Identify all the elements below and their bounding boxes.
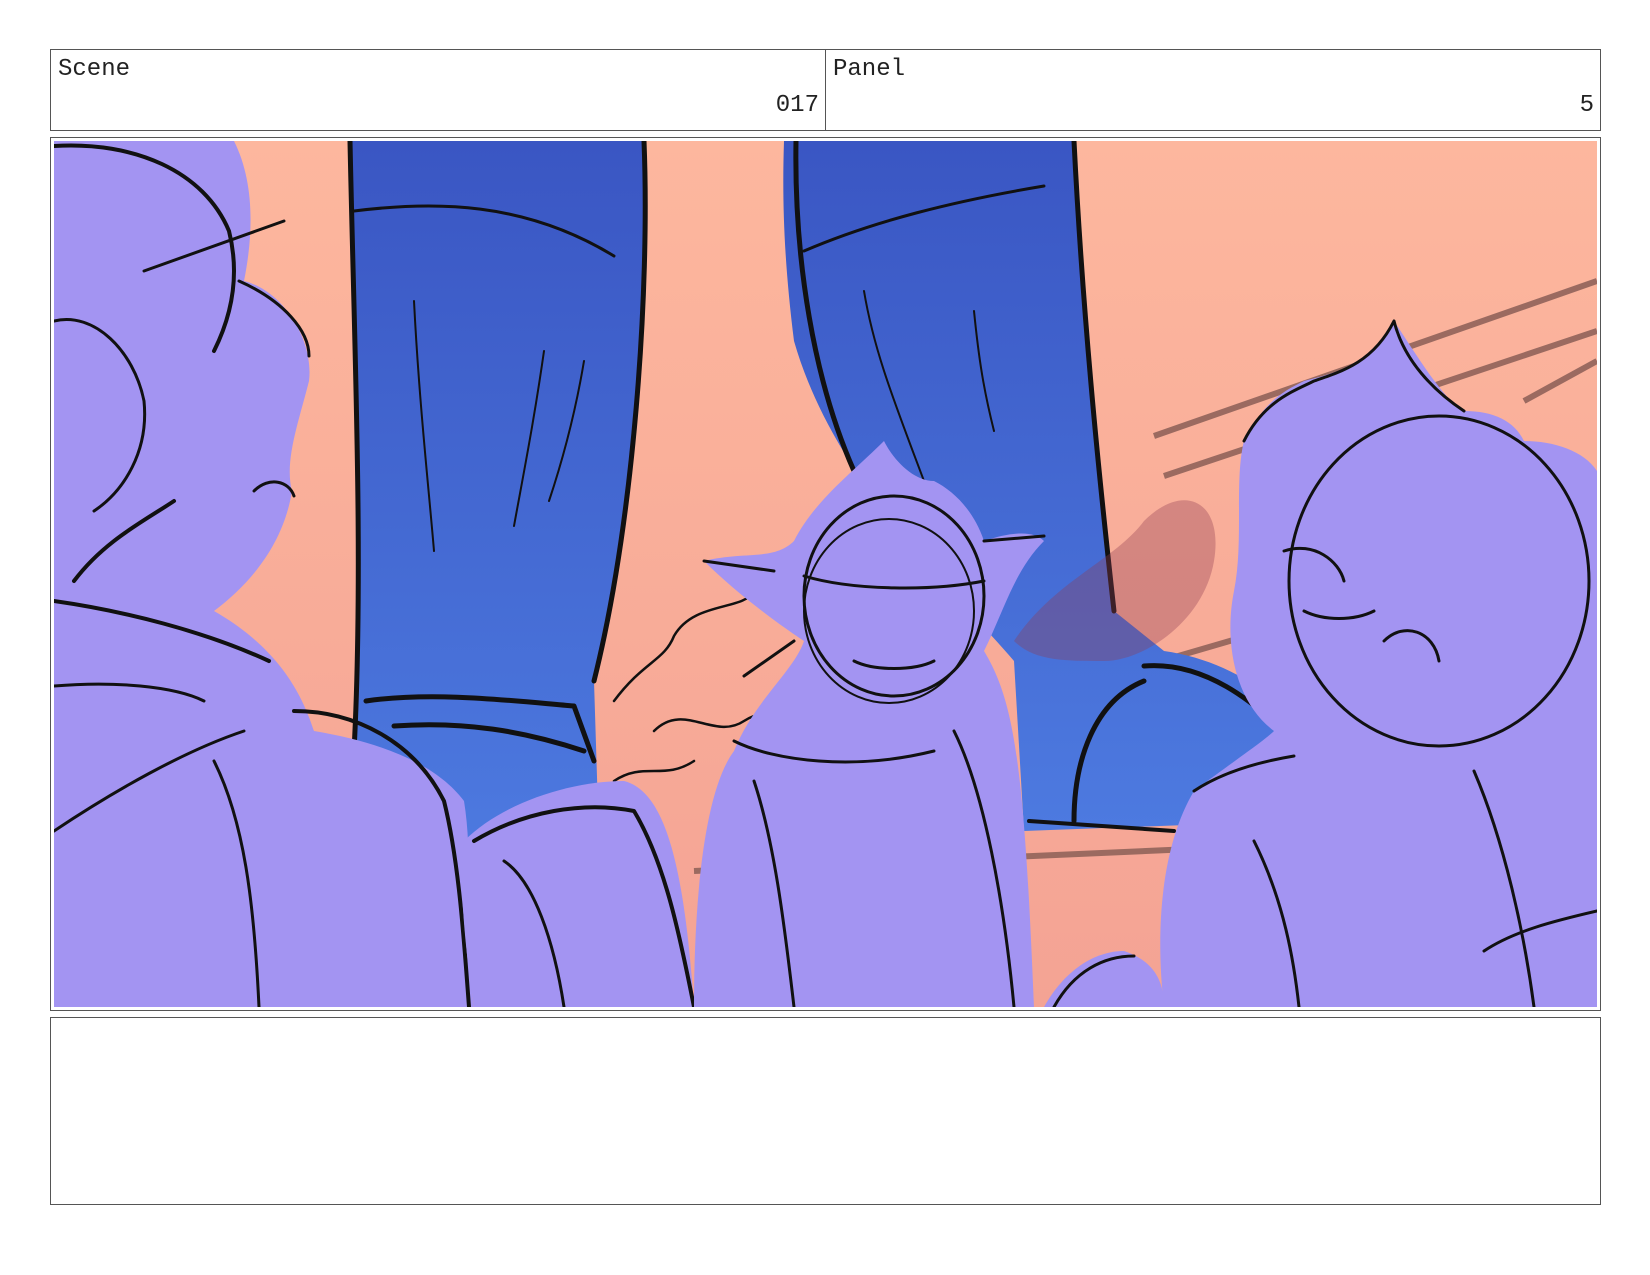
scene-label: Scene — [58, 56, 131, 83]
sketch-illustration — [54, 141, 1597, 1007]
panel-cell: Panel 5 — [825, 50, 1600, 130]
notes-box — [50, 1017, 1601, 1205]
scene-number: 017 — [775, 92, 819, 119]
panel-label: Panel — [833, 56, 906, 83]
scene-cell: Scene 017 — [51, 50, 825, 130]
storyboard-header: Scene 017 Panel 5 — [50, 49, 1601, 131]
storyboard-frame — [50, 137, 1601, 1011]
panel-number: 5 — [1579, 92, 1594, 119]
